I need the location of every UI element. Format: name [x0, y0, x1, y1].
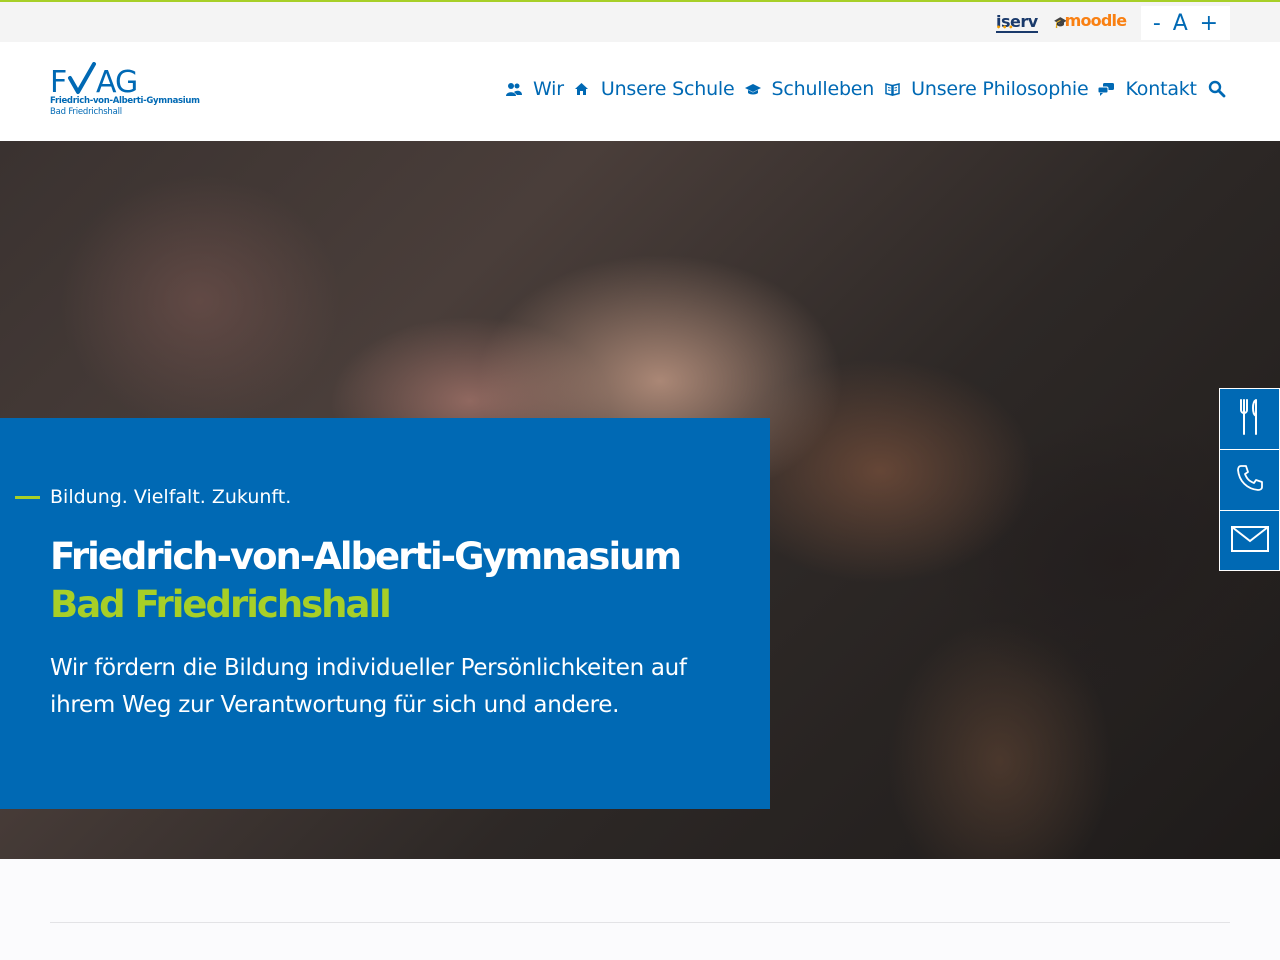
hero-section: Bildung. Vielfalt. Zukunft. Friedrich-vo…: [0, 141, 1280, 859]
menu-plan-button[interactable]: [1219, 388, 1280, 449]
moodle-logo-text: moodle: [1064, 11, 1127, 30]
mail-button[interactable]: [1219, 510, 1280, 571]
book-icon: [882, 79, 902, 99]
users-icon: [504, 79, 524, 99]
site-logo[interactable]: F AG Friedrich-von-Alberti-Gymnasium Bad…: [50, 62, 200, 122]
top-utility-bar: iserv ••• 🎓moodle - A +: [0, 0, 1280, 42]
font-size-increase-button[interactable]: +: [1200, 11, 1218, 36]
graduation-cap-icon: [743, 79, 763, 99]
phone-button[interactable]: [1219, 449, 1280, 510]
logo-mark: F AG: [50, 62, 200, 100]
hero-card: Bildung. Vielfalt. Zukunft. Friedrich-vo…: [0, 418, 770, 809]
iserv-dots: •••: [996, 23, 1015, 32]
side-quick-buttons: [1219, 388, 1280, 571]
nav-label-unsere-schule: Unsere Schule: [600, 78, 735, 100]
tagline-dash: [15, 495, 40, 499]
hero-subtitle: Bad Friedrichshall: [50, 583, 392, 626]
logo-location: Bad Friedrichshall: [50, 107, 122, 117]
hero-tagline-row: Bildung. Vielfalt. Zukunft.: [15, 486, 291, 508]
hero-text: Wir fördern die Bildung individueller Pe…: [50, 655, 687, 718]
search-icon[interactable]: [1208, 80, 1226, 98]
external-links: iserv ••• 🎓moodle: [996, 12, 1127, 33]
svg-text:AG: AG: [96, 65, 137, 98]
site-header: F AG Friedrich-von-Alberti-Gymnasium Bad…: [0, 42, 1280, 141]
home-icon: [572, 79, 592, 99]
fvag-logo-icon: F AG: [50, 62, 138, 100]
fork-knife-icon: [1238, 398, 1262, 440]
nav-item-unsere-philosophie[interactable]: Unsere Philosophie: [882, 78, 1089, 100]
mail-icon: [1230, 525, 1269, 556]
hero-tagline: Bildung. Vielfalt. Zukunft.: [50, 486, 292, 508]
nav-label-wir: Wir: [533, 78, 564, 100]
nav-item-schulleben[interactable]: Schulleben: [743, 78, 875, 100]
moodle-link[interactable]: 🎓moodle: [1054, 12, 1127, 32]
svg-text:F: F: [50, 65, 66, 98]
nav-label-schulleben: Schulleben: [771, 78, 875, 100]
content-divider: [50, 922, 1230, 923]
nav-label-kontakt: Kontakt: [1125, 78, 1197, 100]
main-navigation: Wir Unsere Schule Schulleben Unsere Phil…: [504, 78, 1205, 100]
font-size-decrease-button[interactable]: -: [1153, 11, 1161, 36]
font-size-reset-button[interactable]: A: [1173, 11, 1188, 36]
nav-item-wir[interactable]: Wir: [504, 78, 564, 100]
nav-item-kontakt[interactable]: Kontakt: [1096, 78, 1197, 100]
nav-label-unsere-philosophie: Unsere Philosophie: [911, 78, 1089, 100]
iserv-link[interactable]: iserv •••: [996, 13, 1038, 33]
phone-icon: [1235, 463, 1265, 497]
chat-bubbles-icon: [1096, 79, 1116, 99]
hero-title: Friedrich-von-Alberti-Gymnasium: [50, 535, 682, 578]
nav-item-unsere-schule[interactable]: Unsere Schule: [572, 78, 735, 100]
font-size-controls: - A +: [1141, 6, 1230, 40]
